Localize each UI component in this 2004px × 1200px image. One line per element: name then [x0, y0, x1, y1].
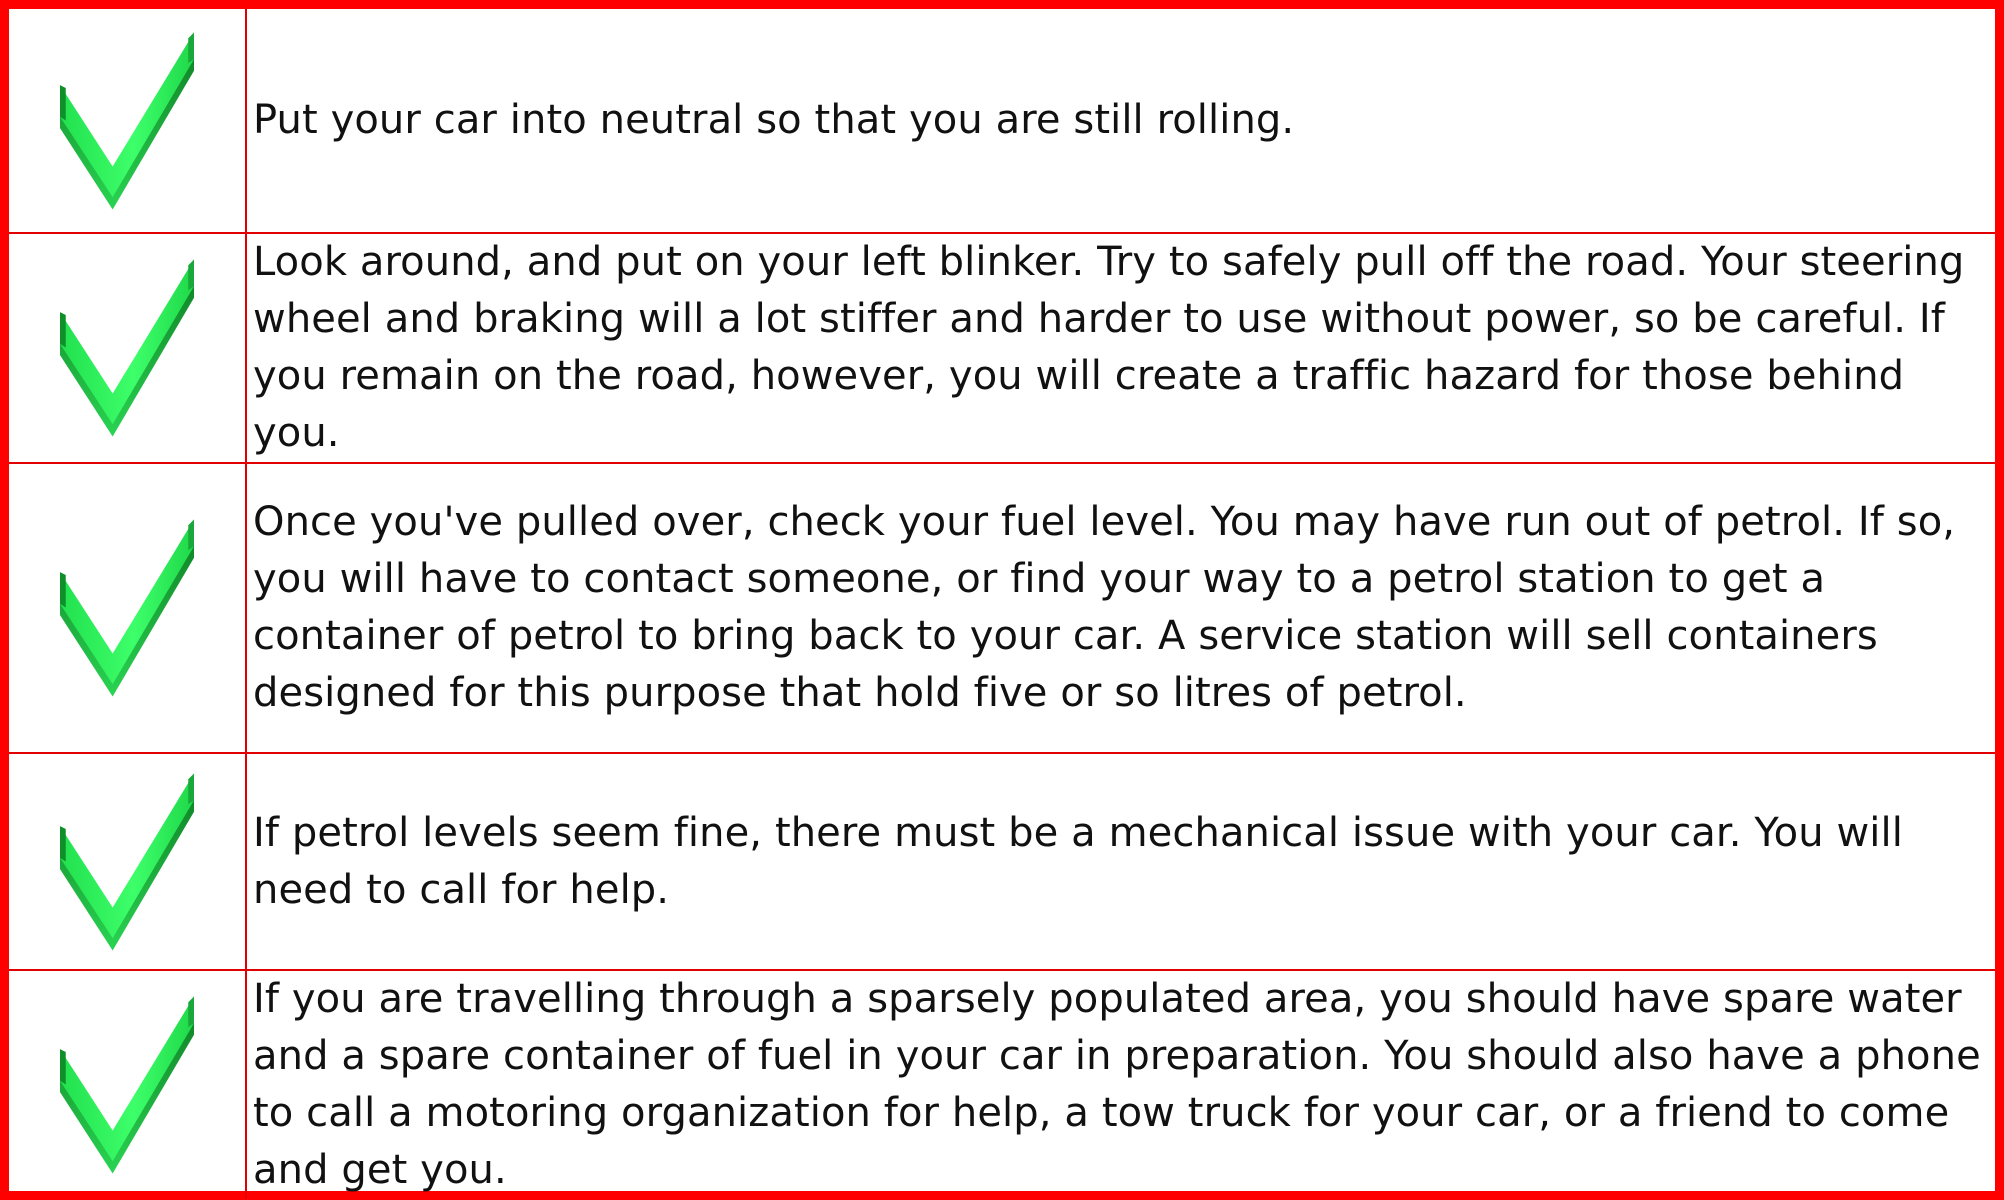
- icon-cell: [9, 752, 247, 971]
- table-row: Look around, and put on your left blinke…: [9, 232, 1995, 464]
- steps-table: Put your car into neutral so that you ar…: [9, 9, 1995, 1199]
- green-checkmark-icon: [60, 31, 194, 211]
- icon-cell: [9, 969, 247, 1199]
- step-text: If petrol levels seem fine, there must b…: [245, 752, 1995, 971]
- checklist-frame: Put your car into neutral so that you ar…: [0, 0, 2004, 1200]
- green-checkmark-icon: [60, 518, 194, 698]
- table-row: If petrol levels seem fine, there must b…: [9, 752, 1995, 971]
- step-text: Put your car into neutral so that you ar…: [245, 9, 1995, 234]
- table-row: If you are travelling through a sparsely…: [9, 969, 1995, 1199]
- icon-cell: [9, 232, 247, 464]
- green-checkmark-icon: [60, 258, 194, 438]
- green-checkmark-icon: [60, 995, 194, 1175]
- table-row: Once you've pulled over, check your fuel…: [9, 462, 1995, 754]
- green-checkmark-icon: [60, 772, 194, 952]
- step-text: Once you've pulled over, check your fuel…: [245, 462, 1995, 754]
- step-text: If you are travelling through a sparsely…: [245, 969, 1995, 1199]
- table-row: Put your car into neutral so that you ar…: [9, 9, 1995, 234]
- icon-cell: [9, 462, 247, 754]
- step-text: Look around, and put on your left blinke…: [245, 232, 1995, 464]
- icon-cell: [9, 9, 247, 234]
